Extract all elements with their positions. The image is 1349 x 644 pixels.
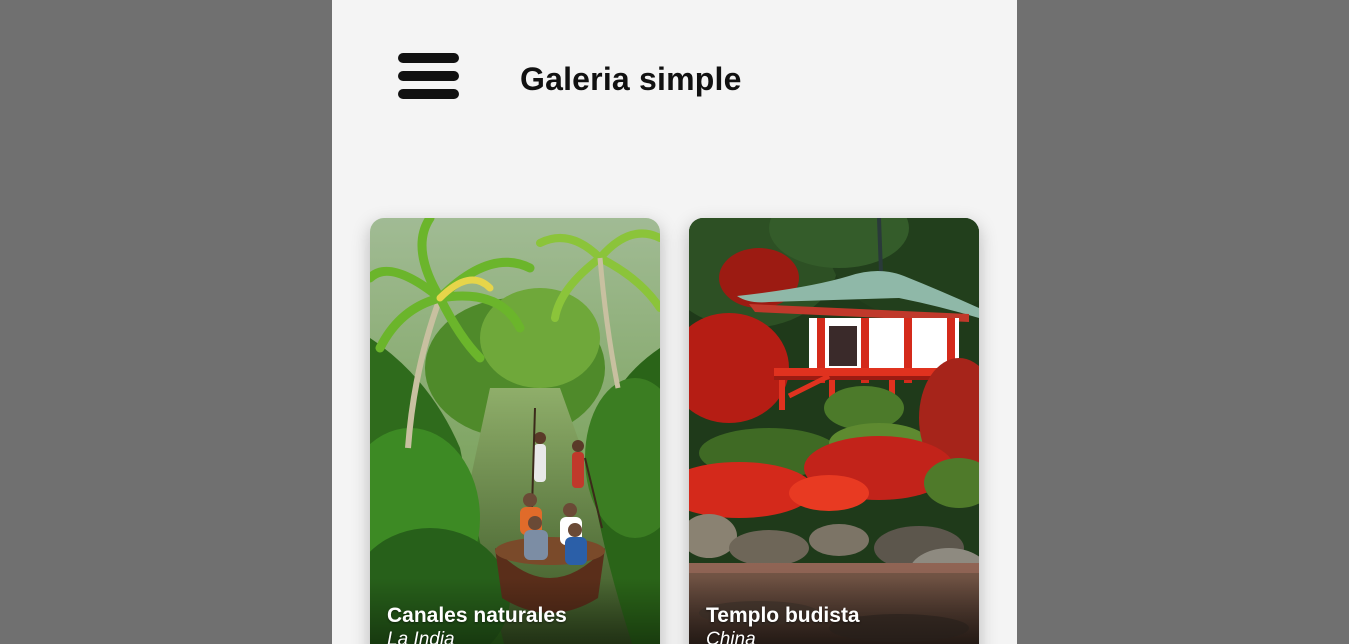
card-title: Canales naturales xyxy=(387,604,567,627)
card-caption: Canales naturales La India xyxy=(387,603,567,644)
gallery-card[interactable]: Templo budista China xyxy=(689,218,979,644)
hamburger-menu-icon[interactable] xyxy=(398,52,459,100)
gallery-app-panel: Galeria simple Canales naturales La Indi… xyxy=(332,0,1017,644)
card-title: Templo budista xyxy=(706,604,860,627)
card-subtitle: La India xyxy=(387,629,455,644)
page-title: Galeria simple xyxy=(520,61,742,97)
card-caption: Templo budista China xyxy=(706,603,860,644)
gallery-card[interactable]: Canales naturales La India xyxy=(370,218,660,644)
card-subtitle: China xyxy=(706,629,756,644)
